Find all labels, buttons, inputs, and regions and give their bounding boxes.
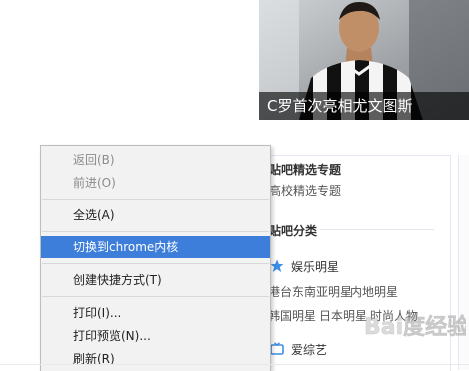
tieba-categories-title: 贴吧分类 xyxy=(269,224,318,238)
category-variety-shows[interactable]: 爱综艺 xyxy=(291,341,327,358)
tag-korean-stars[interactable]: 韩国明星 xyxy=(268,307,316,324)
menu-item-refresh[interactable]: 刷新(R) xyxy=(41,348,270,370)
menu-item-create-shortcut-label: 创建快捷方式(T) xyxy=(73,273,162,287)
menu-item-back[interactable]: 返回(B) xyxy=(41,149,270,171)
menu-item-forward-label: 前进(O) xyxy=(73,176,116,190)
menu-item-refresh-label: 刷新(R) xyxy=(73,352,115,366)
tag-hk-tw-sea-stars[interactable]: 港台东南亚明星 xyxy=(268,283,352,300)
menu-item-forward[interactable]: 前进(O) xyxy=(41,172,270,194)
tag-mainland-stars[interactable]: 内地明星 xyxy=(350,283,398,300)
baidu-jingyan-watermark: Bai度经验 xyxy=(364,314,466,341)
menu-item-switch-chrome-engine-label: 切换到chrome内核 xyxy=(73,240,179,254)
menu-item-print-label: 打印(I)... xyxy=(73,306,122,320)
menu-item-print-preview-label: 打印预览(N)... xyxy=(73,329,151,343)
menu-item-back-label: 返回(B) xyxy=(73,153,115,167)
menu-item-select-all[interactable]: 全选(A) xyxy=(41,204,270,226)
menu-separator xyxy=(42,231,269,232)
tv-icon xyxy=(270,342,284,355)
menu-item-print[interactable]: 打印(I)... xyxy=(41,302,270,324)
star-icon xyxy=(270,259,284,272)
menu-item-create-shortcut[interactable]: 创建快捷方式(T) xyxy=(41,269,270,291)
hero-news-card[interactable]: C罗首次亮相尤文图斯 xyxy=(259,0,469,120)
menu-item-print-preview[interactable]: 打印预览(N)... xyxy=(41,325,270,347)
menu-separator xyxy=(42,199,269,200)
tieba-topics-title: 贴吧精选专题 xyxy=(269,163,342,177)
hero-caption[interactable]: C罗首次亮相尤文图斯 xyxy=(267,96,412,116)
context-menu: 返回(B) 前进(O) 全选(A) 切换到chrome内核 创建快捷方式(T) … xyxy=(40,145,271,371)
menu-separator xyxy=(42,296,269,297)
category-entertainment-stars[interactable]: 娱乐明星 xyxy=(291,258,339,275)
menu-item-select-all-label: 全选(A) xyxy=(73,208,115,222)
tieba-topics-link[interactable]: 高校精选专题 xyxy=(269,182,341,199)
svg-text:Bai度经验: Bai度经验 xyxy=(364,314,466,340)
section-divider xyxy=(320,229,434,230)
menu-item-switch-chrome-engine[interactable]: 切换到chrome内核 xyxy=(41,236,270,258)
menu-separator xyxy=(42,263,269,264)
window-bottom-edge xyxy=(0,364,469,365)
tag-japanese-stars[interactable]: 日本明星 xyxy=(319,307,367,324)
